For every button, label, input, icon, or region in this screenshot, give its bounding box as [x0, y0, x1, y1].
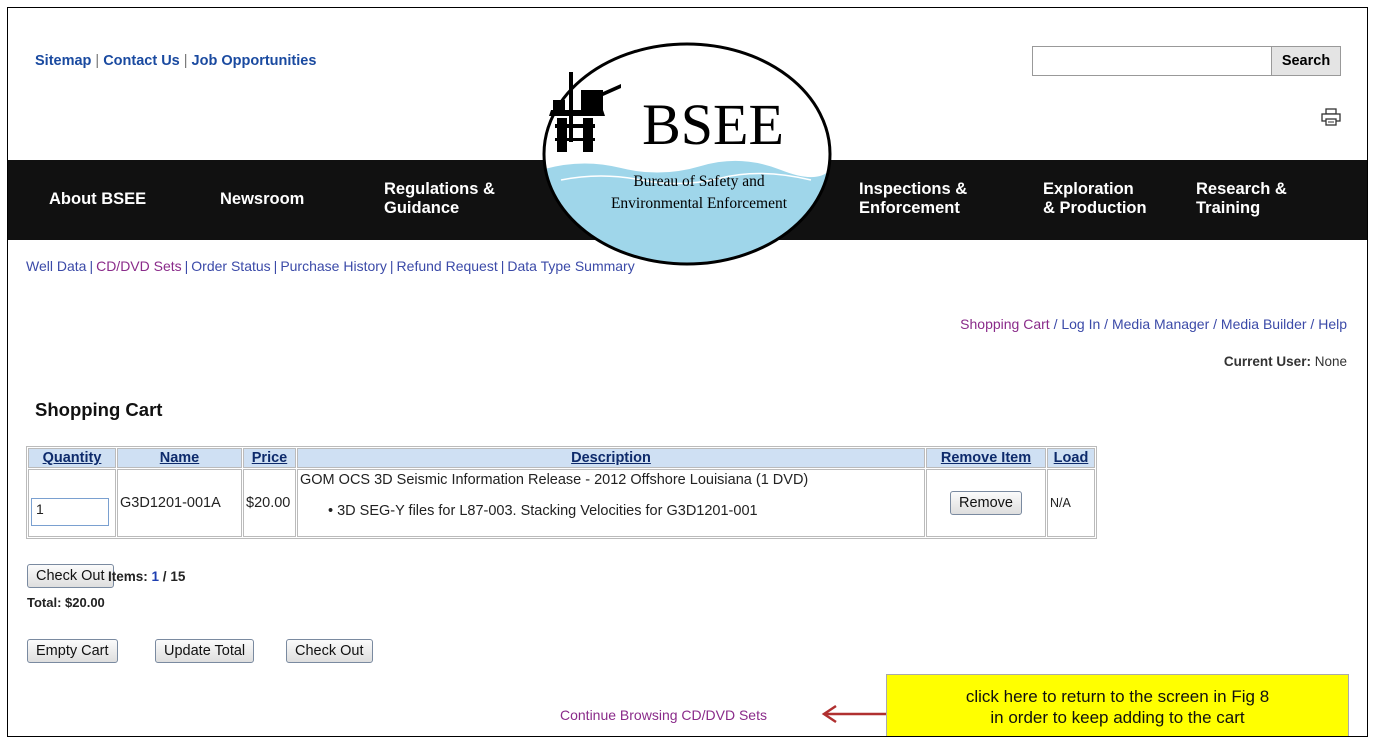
- update-total-button[interactable]: Update Total: [155, 639, 255, 663]
- cell-name: G3D1201-001A: [117, 469, 242, 537]
- cart-table: Quantity Name Price Description Remove I…: [26, 446, 1097, 539]
- usernav-media-manager[interactable]: Media Manager: [1112, 316, 1209, 332]
- header-description[interactable]: Description: [297, 448, 925, 468]
- logo-line2: Environmental Enforcement: [611, 195, 788, 212]
- page-frame: Sitemap | Contact Us | Job Opportunities Sea…: [7, 7, 1368, 737]
- bsee-logo[interactable]: BSEE Bureau of Safety and Environmental …: [541, 40, 833, 266]
- nav-about-bsee[interactable]: About BSEE: [49, 190, 146, 209]
- remove-button[interactable]: Remove: [950, 491, 1022, 515]
- header-name[interactable]: Name: [117, 448, 242, 468]
- check-out-button[interactable]: Check Out: [286, 639, 373, 663]
- subnav-data-type-summary[interactable]: Data Type Summary: [507, 258, 634, 274]
- quantity-input[interactable]: 1: [31, 498, 109, 526]
- header-remove-item[interactable]: Remove Item: [926, 448, 1046, 468]
- header-quantity[interactable]: Quantity: [28, 448, 116, 468]
- description-title: GOM OCS 3D Seismic Information Release -…: [300, 472, 809, 488]
- usernav-shopping-cart[interactable]: Shopping Cart: [960, 316, 1050, 332]
- logo-line1: Bureau of Safety and: [633, 173, 765, 190]
- nav-exploration-production[interactable]: Exploration & Production: [1043, 180, 1147, 218]
- table-row: 1 G3D1201-001A $20.00 GOM OCS 3D Seismic…: [28, 469, 1095, 537]
- description-bullet: • 3D SEG-Y files for L87-003. Stacking V…: [328, 503, 758, 519]
- top-links: Sitemap | Contact Us | Job Opportunities: [35, 53, 316, 69]
- cell-price: $20.00: [243, 469, 296, 537]
- cell-remove: Remove: [926, 469, 1046, 537]
- current-user: Current User: None: [1224, 354, 1347, 369]
- print-icon[interactable]: [1320, 108, 1342, 126]
- sub-nav: Well Data | CD/DVD Sets | Order Status | Purch…: [26, 258, 635, 274]
- contact-us-link[interactable]: Contact Us: [103, 53, 180, 69]
- nav-newsroom[interactable]: Newsroom: [220, 190, 304, 209]
- current-user-value: None: [1314, 354, 1347, 369]
- subnav-well-data[interactable]: Well Data: [26, 258, 86, 274]
- header-price[interactable]: Price: [243, 448, 296, 468]
- items-count: Items: 1 / 15: [108, 569, 186, 584]
- nav-research-training[interactable]: Research & Training: [1196, 180, 1287, 218]
- search-input[interactable]: [1032, 46, 1272, 76]
- subnav-order-status[interactable]: Order Status: [191, 258, 270, 274]
- logo-wordmark: BSEE: [642, 92, 784, 157]
- check-out-button-top[interactable]: Check Out: [27, 564, 114, 588]
- current-user-label: Current User:: [1223, 354, 1311, 369]
- usernav-help[interactable]: Help: [1318, 316, 1347, 332]
- continue-browsing-link[interactable]: Continue Browsing CD/DVD Sets: [560, 707, 767, 723]
- arrow-left-icon: [821, 704, 886, 724]
- table-header-row: Quantity Name Price Description Remove I…: [28, 448, 1095, 468]
- page-title: Shopping Cart: [35, 399, 163, 420]
- header-load[interactable]: Load: [1047, 448, 1095, 468]
- user-nav: Shopping Cart / Log In / Media Manager /…: [960, 316, 1347, 332]
- callout-line1: click here to return to the screen in Fi…: [965, 687, 1270, 706]
- usernav-log-in[interactable]: Log In: [1061, 316, 1100, 332]
- separator: |: [95, 53, 100, 69]
- search-button[interactable]: Search: [1271, 46, 1341, 76]
- annotation-callout: click here to return to the screen in Fi…: [886, 674, 1349, 736]
- subnav-refund-request[interactable]: Refund Request: [397, 258, 498, 274]
- cell-description: GOM OCS 3D Seismic Information Release -…: [297, 469, 925, 537]
- cart-total: Total: $20.00: [27, 595, 105, 610]
- cell-load: N/A: [1047, 469, 1095, 537]
- subnav-purchase-history[interactable]: Purchase History: [280, 258, 387, 274]
- separator: |: [183, 53, 188, 69]
- cell-quantity: 1: [28, 469, 116, 537]
- sitemap-link[interactable]: Sitemap: [35, 53, 91, 69]
- subnav-cd-dvd-sets[interactable]: CD/DVD Sets: [96, 258, 182, 274]
- job-opportunities-link[interactable]: Job Opportunities: [192, 53, 317, 69]
- nav-regulations-guidance[interactable]: Regulations & Guidance: [384, 180, 495, 218]
- empty-cart-button[interactable]: Empty Cart: [27, 639, 118, 663]
- callout-line2: in order to keep adding to the cart: [990, 708, 1245, 727]
- nav-inspections-enforcement[interactable]: Inspections & Enforcement: [859, 180, 967, 218]
- usernav-media-builder[interactable]: Media Builder: [1221, 316, 1307, 332]
